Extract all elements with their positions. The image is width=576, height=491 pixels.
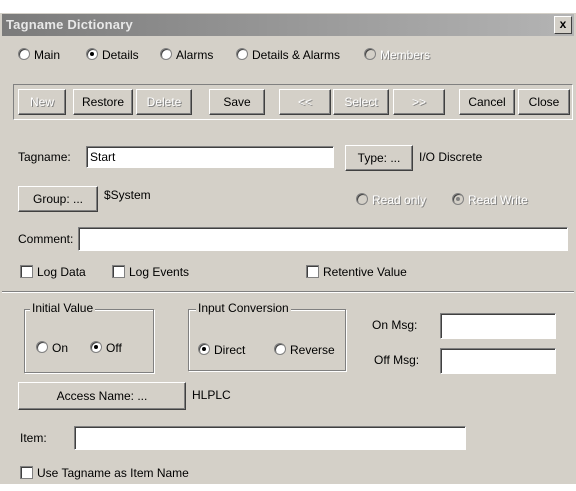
use-tagname-checkbox[interactable]: Use Tagname as Item Name (20, 466, 189, 480)
comment-input[interactable] (78, 227, 568, 251)
top-margin (0, 0, 576, 13)
group-value: $System (104, 188, 151, 202)
radio-direct[interactable]: Direct (198, 343, 245, 357)
type-button[interactable]: Type: ... (345, 145, 413, 171)
bottom-margin (0, 484, 576, 491)
select-button[interactable]: Select (333, 89, 389, 115)
off-msg-input[interactable] (440, 348, 556, 374)
close-icon[interactable]: x (554, 16, 572, 34)
title-bar: Tagname Dictionary x (2, 14, 574, 36)
radio-details[interactable]: Details (86, 48, 139, 62)
on-msg-label: On Msg: (372, 318, 418, 332)
radio-main[interactable]: Main (18, 48, 60, 62)
new-button[interactable]: New (18, 89, 66, 115)
tagname-label: Tagname: (18, 150, 71, 164)
retentive-value-checkbox[interactable]: Retentive Value (306, 265, 407, 279)
section-divider (2, 291, 574, 293)
save-button[interactable]: Save (209, 89, 265, 115)
delete-button[interactable]: Delete (136, 89, 192, 115)
tagname-dictionary-window: Tagname Dictionary x Main Details Alarms… (0, 0, 576, 491)
comment-label: Comment: (18, 232, 74, 246)
group-button[interactable]: Group: ... (18, 186, 98, 212)
next-button[interactable]: >> (393, 89, 445, 115)
radio-details-alarms[interactable]: Details & Alarms (236, 48, 340, 62)
item-label: Item: (20, 431, 47, 445)
log-data-checkbox[interactable]: Log Data (20, 265, 86, 279)
initial-value-title: Initial Value (30, 301, 96, 315)
type-value: I/O Discrete (419, 150, 483, 164)
item-input[interactable] (74, 426, 466, 450)
input-conversion-group (188, 309, 346, 371)
access-name-button[interactable]: Access Name: ... (18, 382, 186, 410)
radio-members[interactable]: Members (364, 48, 430, 62)
radio-reverse[interactable]: Reverse (274, 343, 335, 357)
restore-button[interactable]: Restore (73, 89, 133, 115)
on-msg-input[interactable] (440, 313, 556, 339)
input-conversion-title: Input Conversion (196, 301, 291, 315)
radio-read-only[interactable]: Read only (356, 193, 426, 207)
radio-read-write[interactable]: Read Write (452, 193, 528, 207)
radio-initial-on[interactable]: On (36, 341, 68, 355)
access-name-value: HLPLC (192, 388, 231, 402)
radio-initial-off[interactable]: Off (90, 341, 122, 355)
off-msg-label: Off Msg: (374, 353, 420, 367)
window-title: Tagname Dictionary (6, 17, 133, 32)
tagname-input[interactable]: Start (86, 146, 334, 168)
cancel-button[interactable]: Cancel (459, 89, 515, 115)
previous-button[interactable]: << (279, 89, 331, 115)
close-button[interactable]: Close (518, 89, 570, 115)
radio-alarms[interactable]: Alarms (160, 48, 213, 62)
log-events-checkbox[interactable]: Log Events (112, 265, 189, 279)
